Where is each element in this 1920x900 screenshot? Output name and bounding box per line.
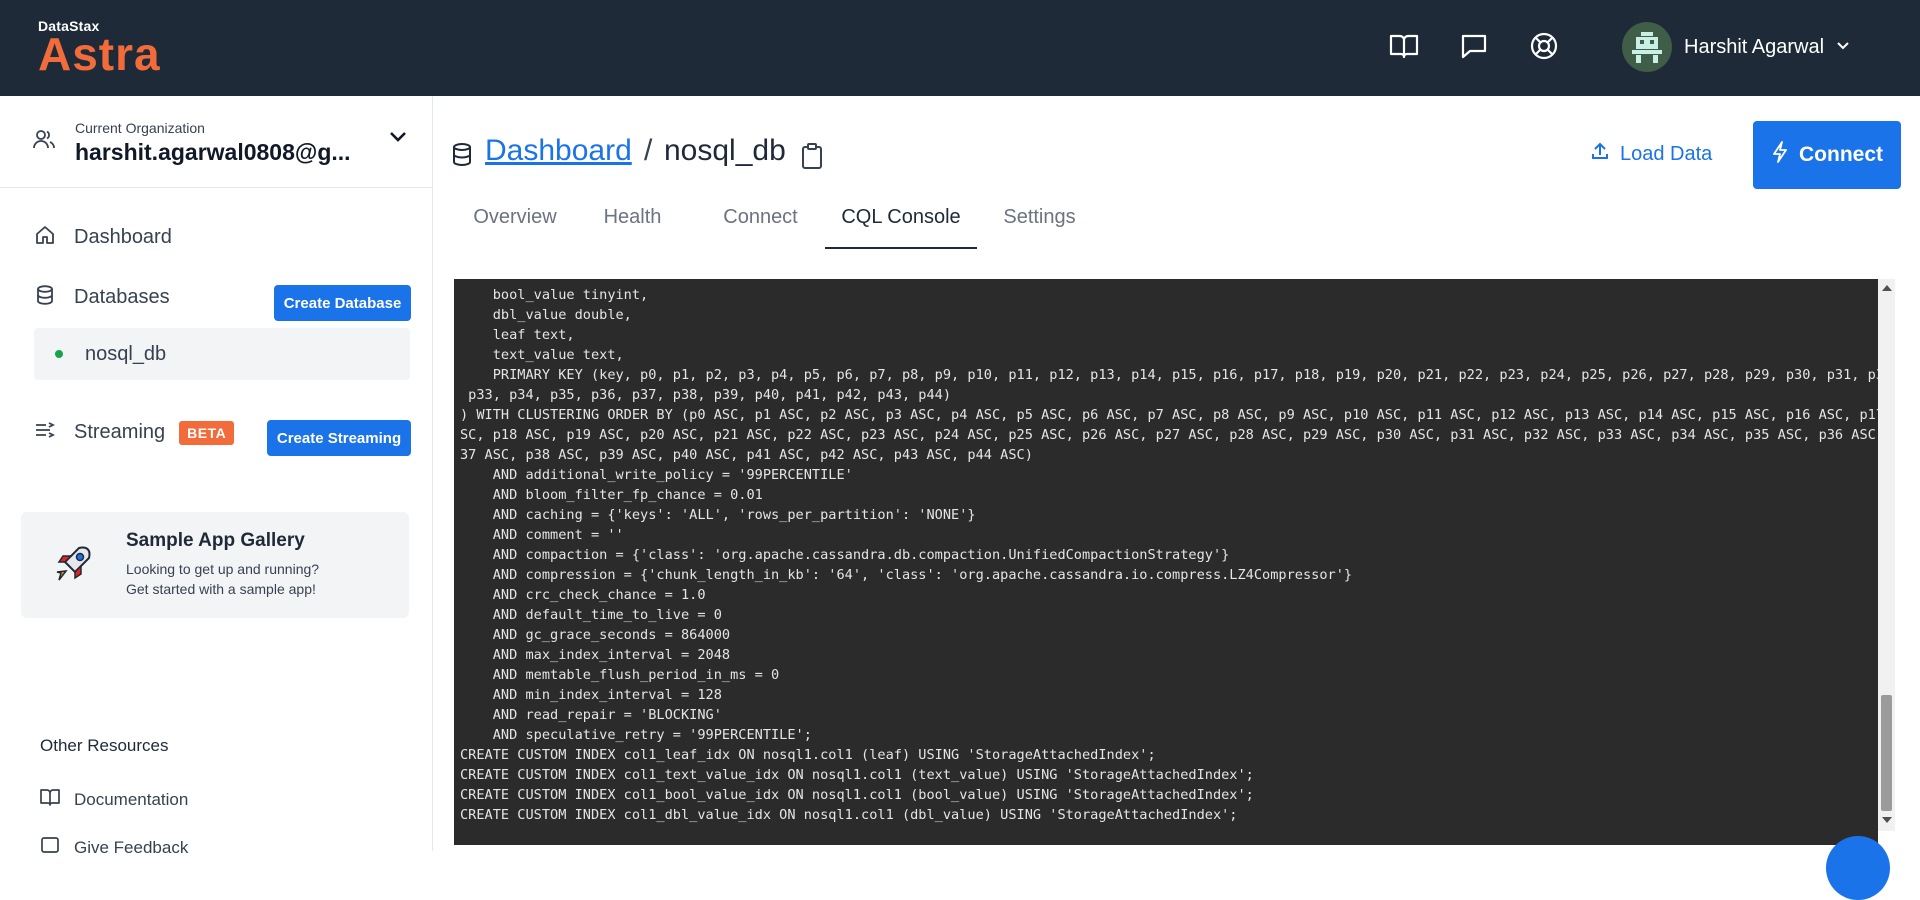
users-icon [32, 128, 56, 155]
user-menu[interactable]: Harshit Agarwal [1622, 20, 1850, 74]
breadcrumb-dashboard-link[interactable]: Dashboard [485, 134, 632, 168]
gallery-description: Looking to get up and running? Get start… [126, 559, 386, 599]
console-line: AND min_index_interval = 128 [460, 687, 722, 703]
console-output: bool_value tinyint, dbl_value double, le… [460, 285, 1878, 825]
console-scrollbar[interactable] [1878, 279, 1895, 831]
console-line: ) WITH CLUSTERING ORDER BY (p0 ASC, p1 A… [460, 407, 1878, 423]
console-line: PRIMARY KEY (key, p0, p1, p2, p3, p4, p5… [460, 367, 1878, 383]
book-icon[interactable] [1386, 28, 1422, 64]
help-icon[interactable] [1526, 28, 1562, 64]
chevron-down-icon [1836, 38, 1850, 56]
avatar [1622, 22, 1672, 72]
sidebar-item-label: Databases [74, 286, 170, 308]
database-icon [34, 284, 56, 311]
page-title: nosql_db [664, 134, 786, 167]
streaming-icon [34, 419, 56, 446]
console-line: AND default_time_to_live = 0 [460, 607, 722, 623]
upload-icon [1590, 141, 1610, 167]
sample-app-gallery[interactable]: Sample App Gallery Looking to get up and… [21, 512, 409, 618]
console-line: AND gc_grace_seconds = 864000 [460, 627, 731, 643]
database-name: nosql_db [85, 342, 167, 365]
scroll-down-arrow[interactable] [1882, 817, 1892, 823]
console-line: CREATE CUSTOM INDEX col1_dbl_value_idx O… [460, 807, 1238, 823]
console-line: CREATE CUSTOM INDEX col1_text_value_idx … [460, 767, 1254, 783]
sidebar-item-databases[interactable]: Databases [34, 284, 170, 311]
console-line: p33, p34, p35, p36, p37, p38, p39, p40, … [460, 387, 952, 403]
sidebar-item-streaming[interactable]: Streaming BETA [34, 419, 235, 446]
chat-icon[interactable] [1456, 28, 1492, 64]
home-icon [34, 224, 56, 251]
other-resources-heading: Other Resources [40, 736, 169, 755]
sidebar-item-label: Streaming [74, 421, 166, 443]
astra-logo[interactable]: DataStax Astra [38, 18, 161, 80]
database-icon [450, 142, 474, 173]
documentation-label: Documentation [74, 789, 189, 809]
help-chat-button[interactable] [1826, 836, 1890, 900]
sidebar: Current Organization harshit.agarwal0808… [0, 96, 433, 857]
organization-selector[interactable]: Current Organization harshit.agarwal0808… [0, 96, 432, 188]
gallery-title: Sample App Gallery [126, 530, 305, 551]
breadcrumb-separator: / [644, 134, 653, 167]
clipboard-icon[interactable] [800, 142, 824, 175]
console-line: AND memtable_flush_period_in_ms = 0 [460, 667, 780, 683]
create-streaming-button[interactable]: Create Streaming [267, 420, 411, 456]
sidebar-item-nosql-db[interactable]: nosql_db [34, 328, 410, 380]
console-line: bool_value tinyint, [460, 287, 649, 303]
scroll-up-arrow[interactable] [1882, 285, 1892, 291]
console-line: AND comment = '' [460, 527, 624, 543]
console-line: leaf text, [460, 327, 575, 343]
console-line: AND compaction = {'class': 'org.apache.c… [460, 547, 1230, 563]
feedback-icon [40, 836, 60, 859]
tab-health[interactable]: Health [595, 206, 670, 229]
status-dot [55, 350, 63, 358]
connect-label: Connect [1799, 143, 1883, 166]
active-tab-indicator [825, 247, 977, 249]
tab-cql-console[interactable]: CQL Console [837, 206, 965, 229]
sidebar-item-dashboard[interactable]: Dashboard [34, 224, 172, 251]
console-line: 37 ASC, p38 ASC, p39 ASC, p40 ASC, p41 A… [460, 447, 1033, 463]
console-line: text_value text, [460, 347, 624, 363]
console-line: AND additional_write_policy = '99PERCENT… [460, 467, 853, 483]
console-line: SC, p18 ASC, p19 ASC, p20 ASC, p21 ASC, … [460, 427, 1878, 443]
console-line: AND bloom_filter_fp_chance = 0.01 [460, 487, 763, 503]
rocket-icon [51, 542, 95, 591]
gallery-desc-line: Looking to get up and running? [126, 561, 320, 577]
documentation-link[interactable]: Documentation [40, 788, 188, 811]
console-line: CREATE CUSTOM INDEX col1_bool_value_idx … [460, 787, 1254, 803]
org-value: harshit.agarwal0808@g... [75, 139, 351, 165]
book-icon [40, 788, 60, 811]
top-bar: DataStax Astra Harshit Agarwal [0, 0, 1920, 96]
console-line: AND compression = {'chunk_length_in_kb':… [460, 567, 1353, 583]
console-line: AND crc_check_chance = 1.0 [460, 587, 706, 603]
beta-badge: BETA [179, 420, 235, 445]
console-line: AND caching = {'keys': 'ALL', 'rows_per_… [460, 507, 976, 523]
brand-name: Astra [38, 28, 161, 80]
load-data-label: Load Data [1620, 142, 1713, 165]
tab-connect[interactable]: Connect [718, 206, 803, 229]
console-line: AND max_index_interval = 2048 [460, 647, 731, 663]
tab-settings[interactable]: Settings [997, 206, 1082, 229]
connect-button[interactable]: Connect [1753, 121, 1901, 189]
console-line: CREATE CUSTOM INDEX col1_leaf_idx ON nos… [460, 747, 1156, 763]
cql-console[interactable]: bool_value tinyint, dbl_value double, le… [454, 279, 1878, 845]
console-line: AND read_repair = 'BLOCKING' [460, 707, 722, 723]
lightning-icon [1771, 141, 1789, 169]
feedback-label: Give Feedback [74, 837, 189, 857]
create-database-button[interactable]: Create Database [274, 285, 411, 321]
gallery-desc-line: Get started with a sample app! [126, 581, 316, 597]
console-line: AND speculative_retry = '99PERCENTILE'; [460, 727, 812, 743]
scroll-thumb[interactable] [1881, 695, 1892, 811]
console-line: dbl_value double, [460, 307, 632, 323]
chevron-down-icon[interactable] [388, 130, 408, 149]
load-data-button[interactable]: Load Data [1590, 136, 1712, 172]
org-label: Current Organization [75, 120, 205, 136]
give-feedback-link[interactable]: Give Feedback [40, 836, 188, 859]
sidebar-item-label: Dashboard [74, 226, 172, 248]
user-name: Harshit Agarwal [1684, 35, 1825, 58]
tab-overview[interactable]: Overview [470, 206, 560, 229]
